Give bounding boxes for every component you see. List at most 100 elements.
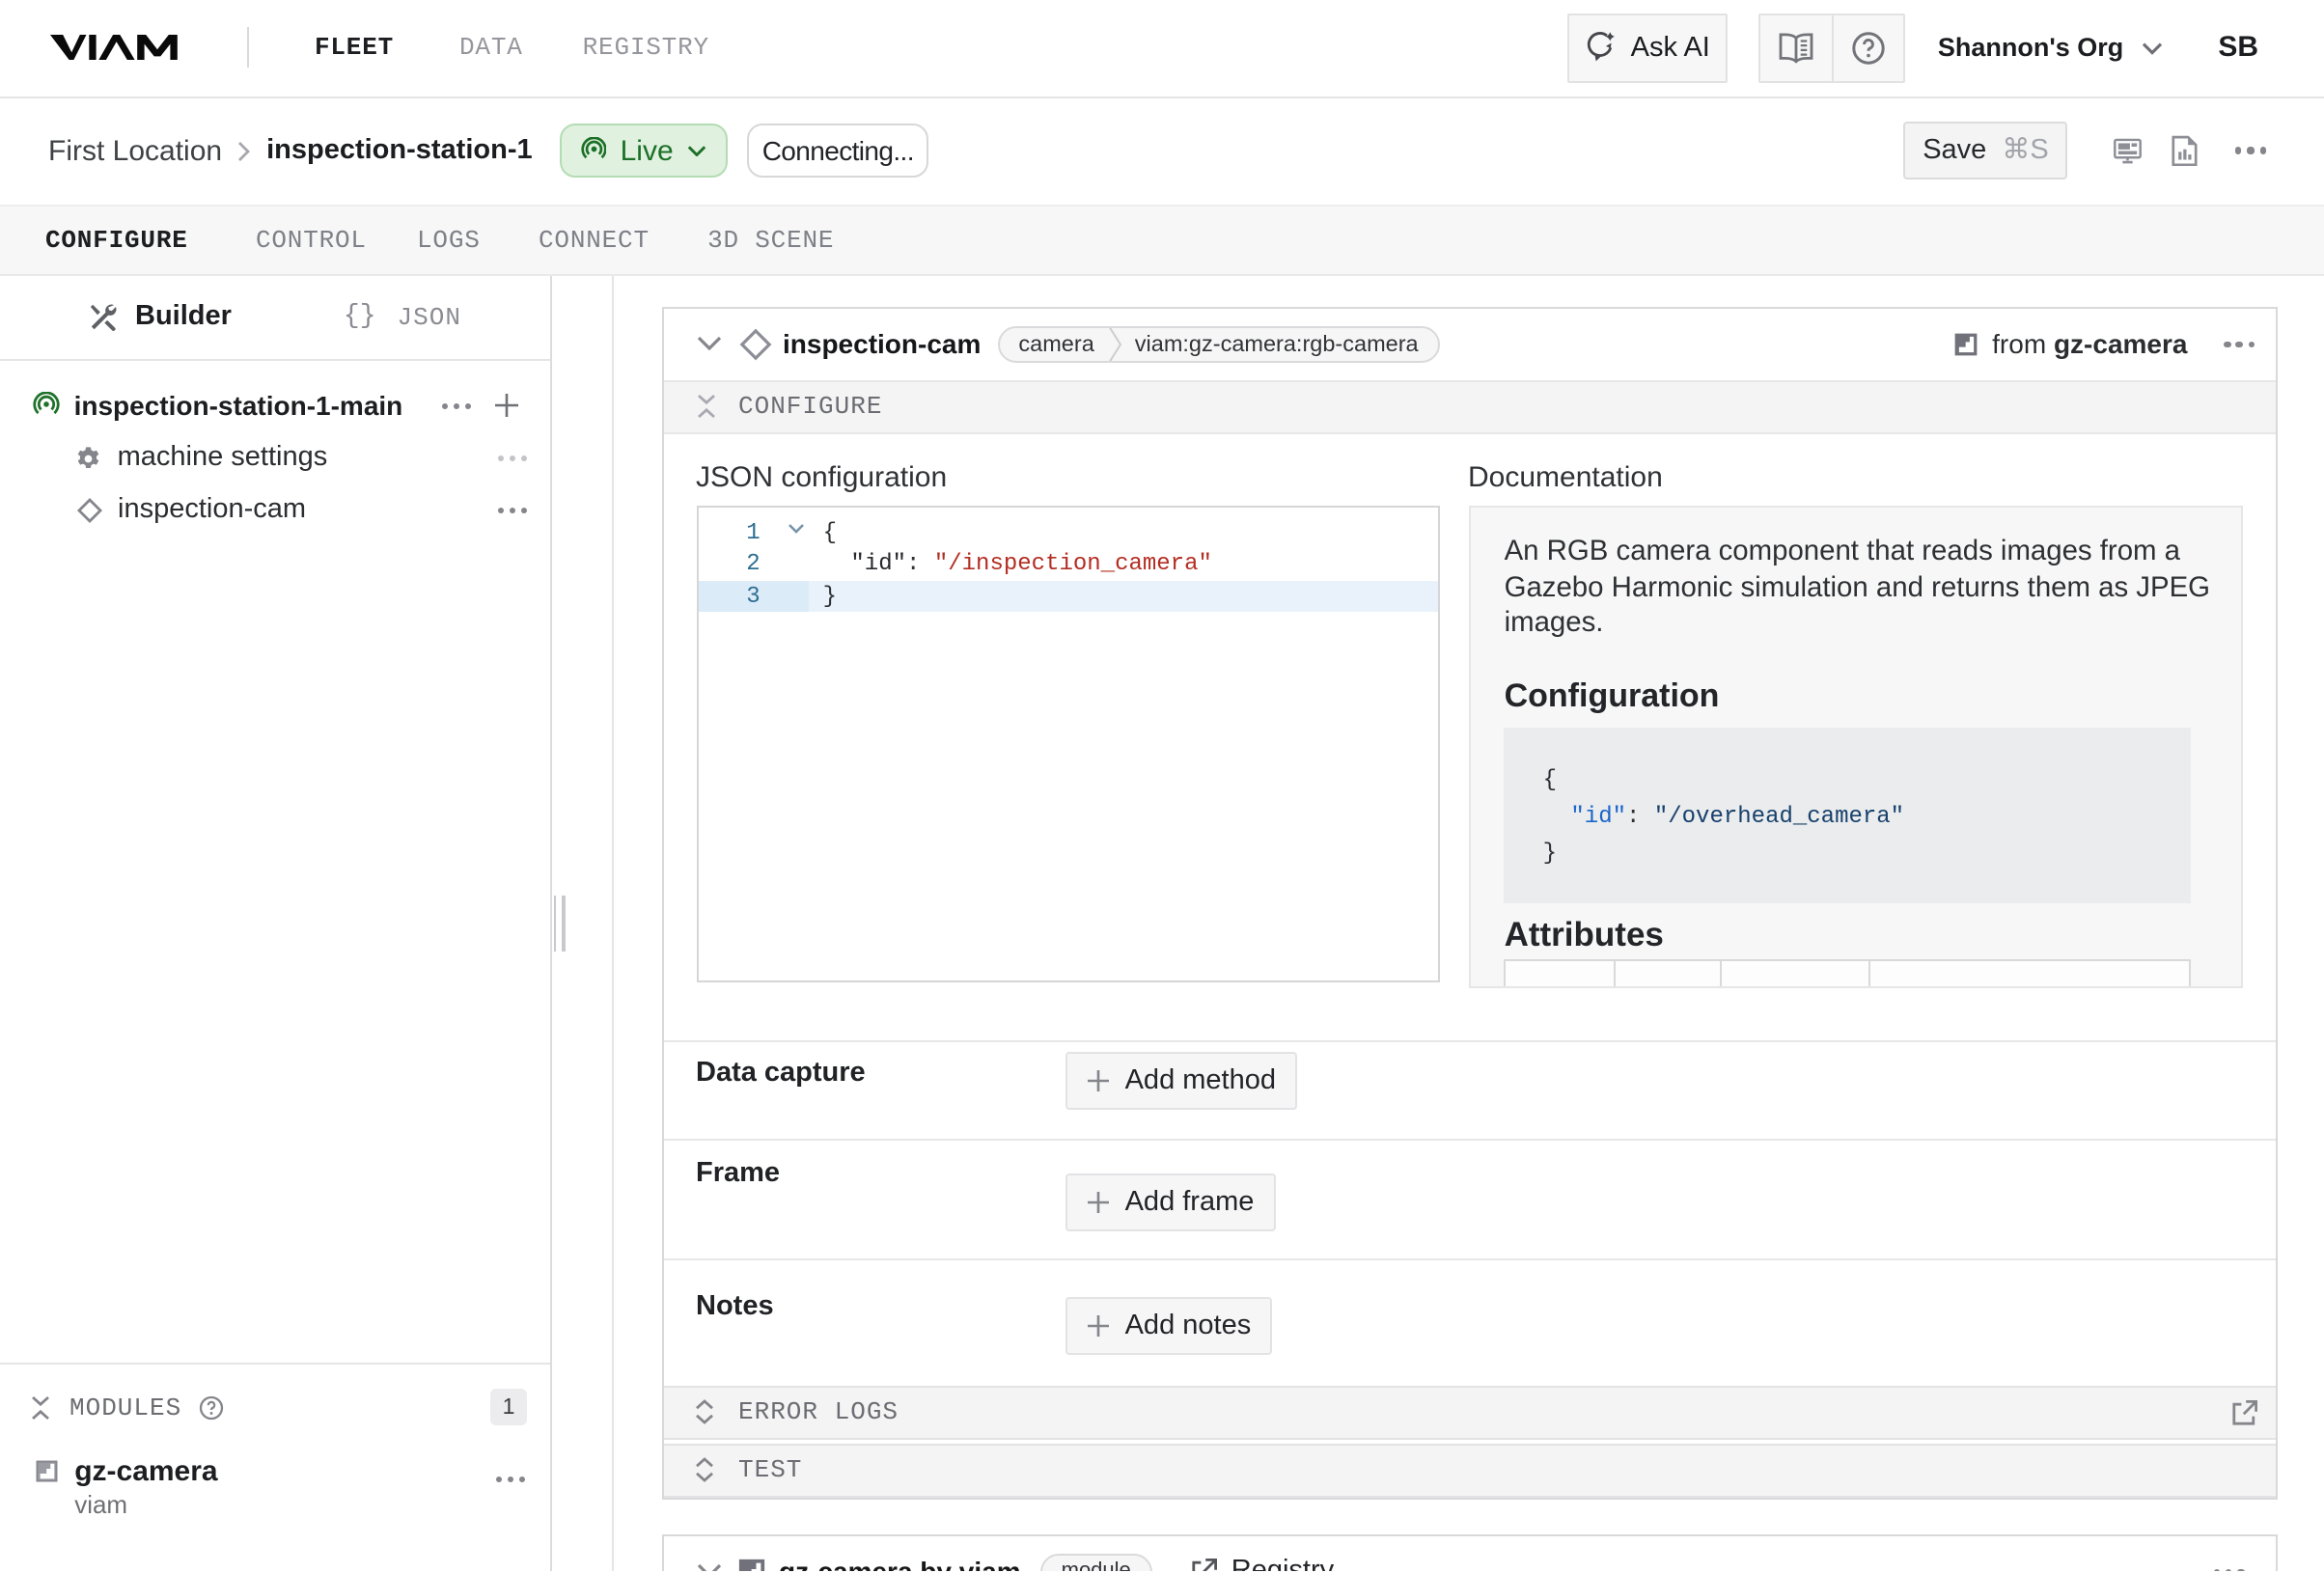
- module-list-item[interactable]: gz-camera viam: [0, 1455, 550, 1519]
- data-capture-row: Data capture Add method: [664, 1040, 2275, 1140]
- machine-bar: First Location inspection-station-1 Live…: [0, 97, 2324, 206]
- plus-icon: [1087, 1313, 1110, 1337]
- tree-settings-label: machine settings: [118, 443, 328, 474]
- ask-ai-button[interactable]: Ask AI: [1567, 14, 1728, 83]
- collapse-card-button[interactable]: [696, 337, 721, 352]
- doc-code-block: { "id": "/overhead_camera" }: [1505, 728, 2191, 902]
- inspection-cam-menu[interactable]: [499, 508, 528, 513]
- documentation-column: Documentation An RGB camera component th…: [1468, 461, 2243, 1040]
- doc-attributes-table: [1505, 960, 2191, 988]
- plus-icon: [1087, 1190, 1110, 1213]
- tab-connect[interactable]: CONNECT: [539, 226, 650, 255]
- json-toggle[interactable]: {} JSON: [232, 302, 461, 333]
- doc-attributes-heading: Attributes: [1505, 916, 2208, 956]
- status-dropdown[interactable]: Live: [560, 124, 728, 178]
- data-capture-label: Data capture: [696, 1058, 866, 1089]
- add-resource-button[interactable]: [494, 393, 519, 418]
- machine-menu-button[interactable]: [2235, 148, 2266, 154]
- configure-section-bar[interactable]: CONFIGURE: [664, 380, 2275, 434]
- builder-toggle[interactable]: Builder: [0, 302, 232, 333]
- tab-configure[interactable]: CONFIGURE: [45, 226, 188, 255]
- external-link-icon: [1191, 1559, 1218, 1571]
- fold-arrow-icon[interactable]: [788, 523, 805, 535]
- open-logs-button[interactable]: [2230, 1398, 2257, 1425]
- modules-header: MODULES 1: [0, 1378, 550, 1436]
- module-menu[interactable]: [497, 1476, 526, 1482]
- docs-button[interactable]: [1760, 15, 1832, 81]
- machine-settings-menu[interactable]: [499, 455, 528, 460]
- test-bar[interactable]: TEST: [664, 1444, 2275, 1498]
- history-button[interactable]: [2172, 135, 2199, 167]
- nav-divider: [247, 28, 249, 69]
- breadcrumb-location[interactable]: First Location: [48, 134, 222, 167]
- nav-registry[interactable]: REGISTRY: [583, 34, 709, 63]
- tree-row-main-part[interactable]: inspection-station-1-main: [0, 379, 550, 431]
- body: Builder {} JSON inspection: [0, 276, 2324, 1571]
- chevron-down-icon: [696, 337, 721, 352]
- app: FLEET DATA REGISTRY Ask AI: [0, 0, 2324, 1573]
- modules-section: MODULES 1 gz-camera: [0, 1363, 550, 1571]
- documentation-panel[interactable]: An RGB camera component that reads image…: [1468, 507, 2243, 988]
- nav-data[interactable]: DATA: [459, 34, 523, 63]
- modules-title: MODULES: [69, 1393, 181, 1421]
- component-menu-button[interactable]: [2224, 341, 2255, 347]
- book-icon: [1778, 33, 1814, 64]
- json-label: JSON: [398, 303, 461, 332]
- json-config-column: JSON configuration 1 { 2 "id": "/inspect: [696, 461, 1439, 1040]
- component-api: camera: [999, 332, 1107, 357]
- save-button[interactable]: Save ⌘S: [1903, 123, 2067, 179]
- help-button[interactable]: [1832, 15, 1903, 81]
- tab-control[interactable]: CONTROL: [256, 226, 367, 255]
- machine-part-icon: [34, 392, 61, 419]
- topbar-right: Ask AI: [1567, 14, 2324, 83]
- from-module-label: from gz-camera: [1992, 329, 2187, 360]
- tree-row-machine-settings[interactable]: machine settings: [0, 431, 550, 483]
- module-card-menu[interactable]: [2213, 1568, 2244, 1571]
- avatar[interactable]: SB: [2218, 32, 2258, 65]
- status-label: Live: [621, 134, 674, 167]
- module-icon: [1953, 332, 1978, 357]
- breadcrumb-chevron-icon: [237, 140, 251, 161]
- ask-ai-icon: [1585, 32, 1618, 65]
- module-badge: module: [1040, 1554, 1152, 1571]
- question-circle-icon: [1851, 31, 1886, 66]
- json-editor[interactable]: 1 { 2 "id": "/inspection_camera" 3: [696, 507, 1439, 982]
- module-name: gz-camera: [74, 1455, 550, 1488]
- registry-link[interactable]: Registry: [1191, 1557, 1334, 1571]
- add-frame-button[interactable]: Add frame: [1065, 1173, 1276, 1230]
- monitor-icon: [2115, 137, 2143, 165]
- resource-tree: inspection-station-1-main machine settin…: [0, 360, 550, 1363]
- org-menu[interactable]: Shannon's Org: [1938, 34, 2164, 63]
- camera-diamond-icon: [738, 328, 771, 361]
- error-logs-bar[interactable]: ERROR LOGS: [664, 1385, 2275, 1439]
- viam-logo[interactable]: [50, 35, 178, 61]
- sidebar: Builder {} JSON inspection: [0, 276, 552, 1571]
- connecting-button[interactable]: Connecting...: [747, 124, 929, 178]
- component-name: inspection-cam: [783, 329, 981, 360]
- help-group: [1758, 14, 1905, 83]
- collapse-module-button[interactable]: [696, 1564, 721, 1571]
- breadcrumb-machine: inspection-station-1: [266, 135, 533, 166]
- chevron-down-icon: [696, 1564, 721, 1571]
- module-icon: [35, 1457, 59, 1492]
- sidebar-gutter: [552, 276, 612, 1571]
- monitor-button[interactable]: [2115, 137, 2143, 165]
- tab-3d-scene[interactable]: 3D SCENE: [707, 226, 834, 255]
- main-part-menu[interactable]: [442, 402, 471, 408]
- doc-description: An RGB camera component that reads image…: [1505, 536, 2213, 643]
- configure-section-label: CONFIGURE: [738, 393, 882, 422]
- add-notes-button[interactable]: Add notes: [1065, 1296, 1273, 1354]
- resize-handle[interactable]: [554, 896, 565, 951]
- card-header-right: from gz-camera: [1953, 329, 2255, 360]
- tree-row-inspection-cam[interactable]: inspection-cam: [0, 484, 550, 537]
- live-icon: [581, 138, 607, 164]
- top-bar: FLEET DATA REGISTRY Ask AI: [0, 0, 2324, 97]
- add-method-button[interactable]: Add method: [1065, 1052, 1297, 1110]
- chevron-down-icon: [687, 145, 706, 157]
- collapse-icon[interactable]: [31, 1394, 50, 1420]
- tree-main-label: inspection-station-1-main: [74, 390, 403, 421]
- tab-logs[interactable]: LOGS: [417, 226, 481, 255]
- chevron-down-icon: [2141, 41, 2164, 56]
- nav-fleet[interactable]: FLEET: [315, 34, 394, 63]
- modules-help-icon[interactable]: [199, 1394, 224, 1420]
